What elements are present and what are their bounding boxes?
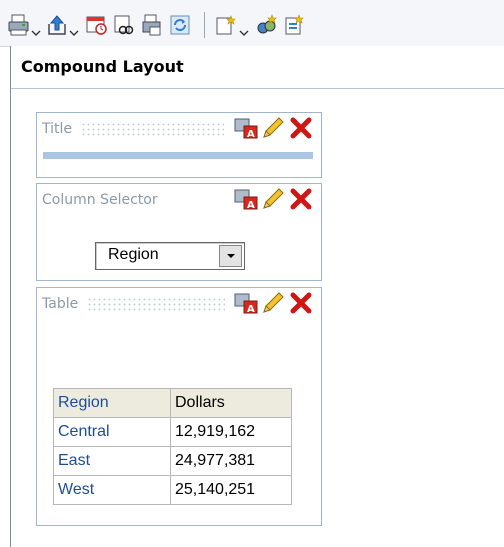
dollars-cell: 12,919,162: [170, 417, 292, 447]
new-view-icon[interactable]: [213, 14, 239, 36]
column-selector-value: Region: [108, 246, 159, 263]
region-cell[interactable]: East: [53, 446, 171, 476]
table-row: Central 12,919,162: [53, 417, 292, 447]
new-view-dropdown-chevron-icon[interactable]: [239, 22, 249, 36]
table-view[interactable]: Table A Region Dollars Central 12,919,16…: [36, 287, 322, 526]
schedule-icon[interactable]: [84, 14, 110, 36]
format-view-icon[interactable]: A: [233, 116, 259, 140]
column-selector-view[interactable]: Column Selector A Region: [36, 183, 322, 281]
dollars-cell: 24,977,381: [170, 446, 292, 476]
export-icon[interactable]: [44, 14, 70, 36]
edit-view-pencil-icon[interactable]: [260, 116, 286, 140]
properties-icon[interactable]: [281, 14, 307, 36]
column-header-region[interactable]: Region: [53, 388, 171, 418]
column-selector-dropdown[interactable]: Region: [95, 242, 245, 270]
edit-view-pencil-icon[interactable]: [260, 187, 286, 211]
add-layout-icon[interactable]: [254, 14, 280, 36]
dollars-cell: 25,140,251: [170, 475, 292, 505]
svg-text:A: A: [247, 129, 255, 140]
table-view-header[interactable]: Table A: [37, 288, 321, 318]
print-icon[interactable]: [6, 14, 32, 36]
remove-view-x-icon[interactable]: [289, 116, 315, 140]
edit-view-pencil-icon[interactable]: [260, 291, 286, 315]
print-dropdown-chevron-icon[interactable]: [31, 22, 41, 36]
compound-layout: Compound Layout Title A Column Selector …: [10, 46, 504, 547]
svg-text:A: A: [247, 200, 255, 211]
column-selector-view-header[interactable]: Column Selector A: [37, 184, 321, 214]
svg-text:A: A: [247, 304, 255, 315]
copy-icon[interactable]: [140, 14, 166, 36]
layout-title: Compound Layout: [21, 57, 184, 76]
results-link-icon[interactable]: [111, 14, 137, 36]
column-selector-view-label: Column Selector: [42, 192, 158, 208]
table-view-label: Table: [42, 296, 79, 312]
export-dropdown-chevron-icon[interactable]: [69, 22, 79, 36]
title-view-header[interactable]: Title A: [37, 113, 321, 143]
table-row: West 25,140,251: [53, 475, 292, 505]
remove-view-x-icon[interactable]: [289, 187, 315, 211]
drag-handle[interactable]: [87, 297, 225, 313]
format-view-icon[interactable]: A: [233, 187, 259, 211]
title-underline-bar: [43, 152, 313, 159]
table-header-row: Region Dollars: [53, 388, 292, 418]
table-row: East 24,977,381: [53, 446, 292, 476]
column-header-dollars[interactable]: Dollars: [170, 388, 292, 418]
toolbar: [0, 0, 504, 47]
format-view-icon[interactable]: A: [233, 291, 259, 315]
remove-view-x-icon[interactable]: [289, 291, 315, 315]
region-cell[interactable]: West: [53, 475, 171, 505]
title-view-label: Title: [42, 121, 73, 137]
drag-handle[interactable]: [81, 122, 224, 138]
layout-header: Compound Layout: [11, 46, 504, 89]
data-table: Region Dollars Central 12,919,162 East 2…: [53, 388, 292, 505]
refresh-icon[interactable]: [168, 14, 194, 36]
dropdown-arrow-icon[interactable]: [219, 245, 242, 267]
title-view[interactable]: Title A: [36, 112, 322, 178]
toolbar-separator: [204, 12, 205, 38]
region-cell[interactable]: Central: [53, 417, 171, 447]
